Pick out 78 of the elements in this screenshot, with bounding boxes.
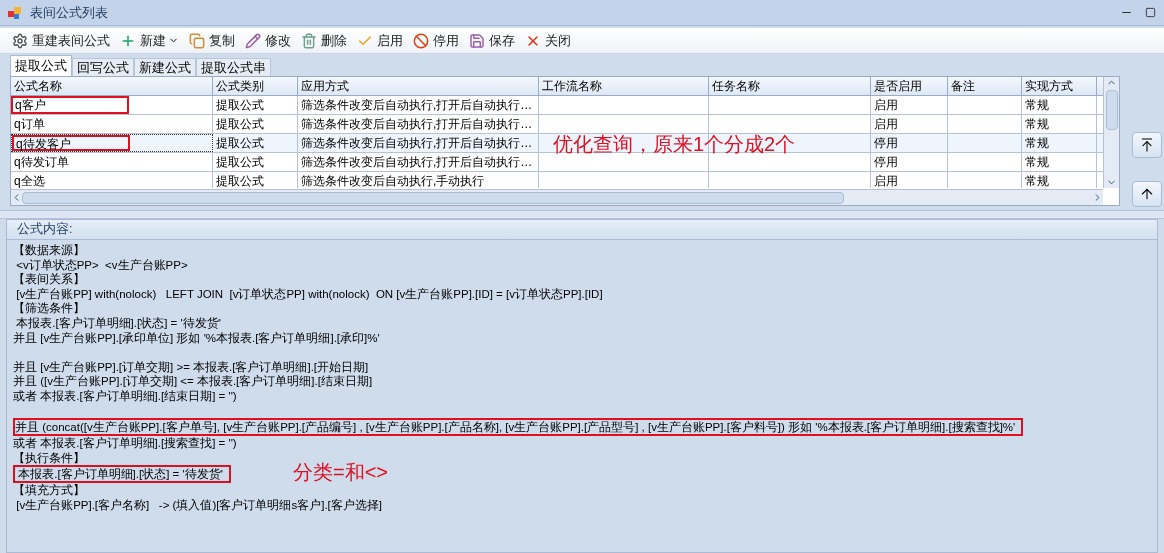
- formula-line: 【表间关系】: [13, 272, 85, 287]
- formula-line: 并且 ([v生产台账PP].[订单交期] <= 本报表.[客户订单明细].[结束日期]: [13, 374, 373, 389]
- table-cell-text: 常规: [1024, 154, 1050, 171]
- table-cell-text: 提取公式: [215, 135, 265, 152]
- table-cell-text: 筛选条件改变后自动执行,手动执行: [300, 173, 486, 188]
- formula-line: [v生产台账PP].[客户名称] -> (填入值)[客户订单明细s客户].[客户选择]: [15, 497, 382, 513]
- column-header[interactable]: 实现方式: [1022, 77, 1097, 95]
- table-cell-text: 停用: [873, 135, 899, 152]
- move-to-top-button[interactable]: [1132, 132, 1162, 158]
- toolbar-button[interactable]: 启用: [357, 30, 403, 51]
- formula-line: 【执行条件】: [13, 450, 85, 466]
- column-header[interactable]: 公式名称: [11, 77, 213, 95]
- table-cell-text: 提取公式: [215, 154, 265, 171]
- formula-line: 本报表.[客户订单明细].[状态] = '待发货': [15, 315, 221, 331]
- table-cell-text: 常规: [1024, 135, 1050, 152]
- table-cell-text: 提取公式: [215, 97, 265, 114]
- column-header[interactable]: 公式类别: [213, 77, 298, 95]
- column-header[interactable]: 是否启用: [871, 77, 948, 95]
- table-cell-text: 启用: [873, 173, 899, 188]
- vertical-scrollbar[interactable]: [1103, 77, 1119, 188]
- formula-line: 或者 本报表.[客户订单明细].[结束日期] = ''): [13, 388, 237, 404]
- tab[interactable]: 新建公式: [134, 58, 196, 76]
- formula-line: 或者 本报表.[客户订单明细].[搜索查找] = ''): [13, 436, 237, 451]
- table-cell-text: 启用: [873, 97, 899, 114]
- toolbar-button[interactable]: 新建: [120, 30, 166, 51]
- annotation-text: 分类=和<>: [293, 461, 389, 484]
- table-cell-text: q待发订单: [13, 154, 70, 171]
- column-header[interactable]: 工作流名称: [539, 77, 709, 95]
- toolbar-button[interactable]: 关闭: [525, 30, 571, 51]
- table-cell-text: 启用: [873, 116, 899, 133]
- table-cell-text: 筛选条件改变后自动执行,打开后自动执行…: [300, 97, 534, 114]
- column-header[interactable]: 备注: [948, 77, 1022, 95]
- table-cell-text: 常规: [1024, 173, 1050, 188]
- app-icon: [8, 5, 22, 20]
- toolbar-button[interactable]: 停用: [413, 30, 459, 51]
- to-top-icon: [1139, 137, 1155, 153]
- toolbar-button[interactable]: 重建表间公式: [12, 30, 110, 51]
- table-cell-text: 常规: [1024, 116, 1050, 133]
- tab[interactable]: 回写公式: [72, 58, 134, 76]
- toolbar-button[interactable]: 保存: [469, 30, 515, 51]
- formula-line: <v订单状态PP> <v生产台账PP>: [15, 257, 188, 273]
- copy-icon: [189, 32, 205, 49]
- section-label: 公式内容:: [17, 221, 73, 239]
- window-title: 表间公式列表: [30, 3, 108, 22]
- table-cell-text: q全选: [13, 173, 46, 188]
- table-cell: q客户: [11, 96, 129, 114]
- gear-icon: [12, 32, 28, 49]
- trash-icon: [301, 32, 317, 49]
- toolbar-button[interactable]: 复制: [189, 30, 235, 51]
- table-cell-text: 常规: [1024, 97, 1050, 114]
- restore-button[interactable]: [1145, 6, 1156, 19]
- formula-line: [v生产台账PP] with(nolock) LEFT JOIN [v订单状态PP] with(nolock) ON [v生产台账PP].[ID] = [v订单状态PP].[ID]: [15, 286, 603, 302]
- table-cell-text: q订单: [13, 116, 46, 133]
- tab[interactable]: 提取公式串: [196, 58, 271, 76]
- table-cell: q待发客户: [12, 135, 130, 151]
- toolbar-button[interactable]: 修改: [245, 30, 291, 51]
- save-icon: [469, 32, 485, 49]
- table-cell-text: 提取公式: [215, 173, 265, 188]
- formula-line: 【数据来源】: [13, 243, 85, 258]
- toolbar-button[interactable]: 删除: [301, 30, 347, 51]
- table-cell-text: 提取公式: [215, 116, 265, 133]
- pencil-icon: [245, 32, 261, 49]
- table-cell-text: 筛选条件改变后自动执行,打开后自动执行…: [300, 154, 534, 171]
- horizontal-scrollbar[interactable]: [11, 189, 1103, 205]
- move-up-button[interactable]: [1132, 181, 1162, 207]
- formula-line: 并且 [v生产台账PP].[订单交期] >= 本报表.[客户订单明细].[开始日期]: [13, 359, 369, 375]
- column-header[interactable]: 任务名称: [709, 77, 871, 95]
- restore-icon: [1145, 7, 1156, 18]
- formula-line: 【填充方式】: [13, 483, 85, 498]
- table-cell-text: 筛选条件改变后自动执行,打开后自动执行…: [300, 135, 534, 152]
- formula-line: 并且 [v生产台账PP].[承印单位] 形如 '%本报表.[客户订单明细].[承印]%': [13, 330, 380, 346]
- tab[interactable]: 提取公式: [10, 55, 72, 76]
- forbidden-icon: [413, 32, 429, 49]
- formula-line: 【筛选条件】: [13, 301, 85, 316]
- annotation-text: 优化查询，原来1个分成2个: [553, 132, 796, 157]
- table-cell-text: 筛选条件改变后自动执行,打开后自动执行…: [300, 116, 534, 133]
- table-cell-text: 停用: [873, 154, 899, 171]
- column-header[interactable]: 应用方式: [298, 77, 539, 95]
